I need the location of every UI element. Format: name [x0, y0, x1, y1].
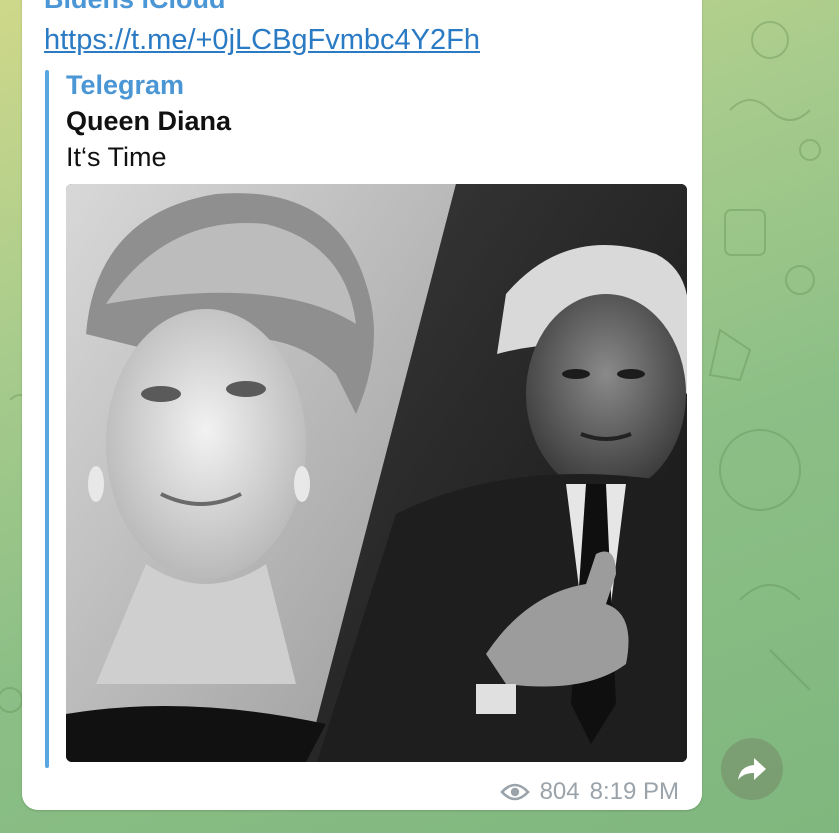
- link-preview-site-name: Telegram: [66, 70, 185, 100]
- forward-arrow-icon: [738, 758, 766, 780]
- link-preview-accent-bar: [45, 70, 49, 768]
- link-preview-description: It‘s Time: [66, 142, 167, 172]
- link-preview-image[interactable]: [66, 184, 687, 762]
- forward-button[interactable]: [721, 738, 783, 800]
- message-meta: 804 8:19 PM: [499, 778, 679, 806]
- link-preview-title: Queen Diana: [66, 106, 232, 136]
- eye-icon: [499, 783, 530, 801]
- invite-link[interactable]: https://t.me/+0jLCBgFvmbc4Y2Fh: [44, 24, 480, 57]
- sender-name[interactable]: Bidens iCloud: [44, 0, 226, 15]
- message-time: 8:19 PM: [589, 778, 679, 805]
- view-count: 804: [539, 778, 580, 805]
